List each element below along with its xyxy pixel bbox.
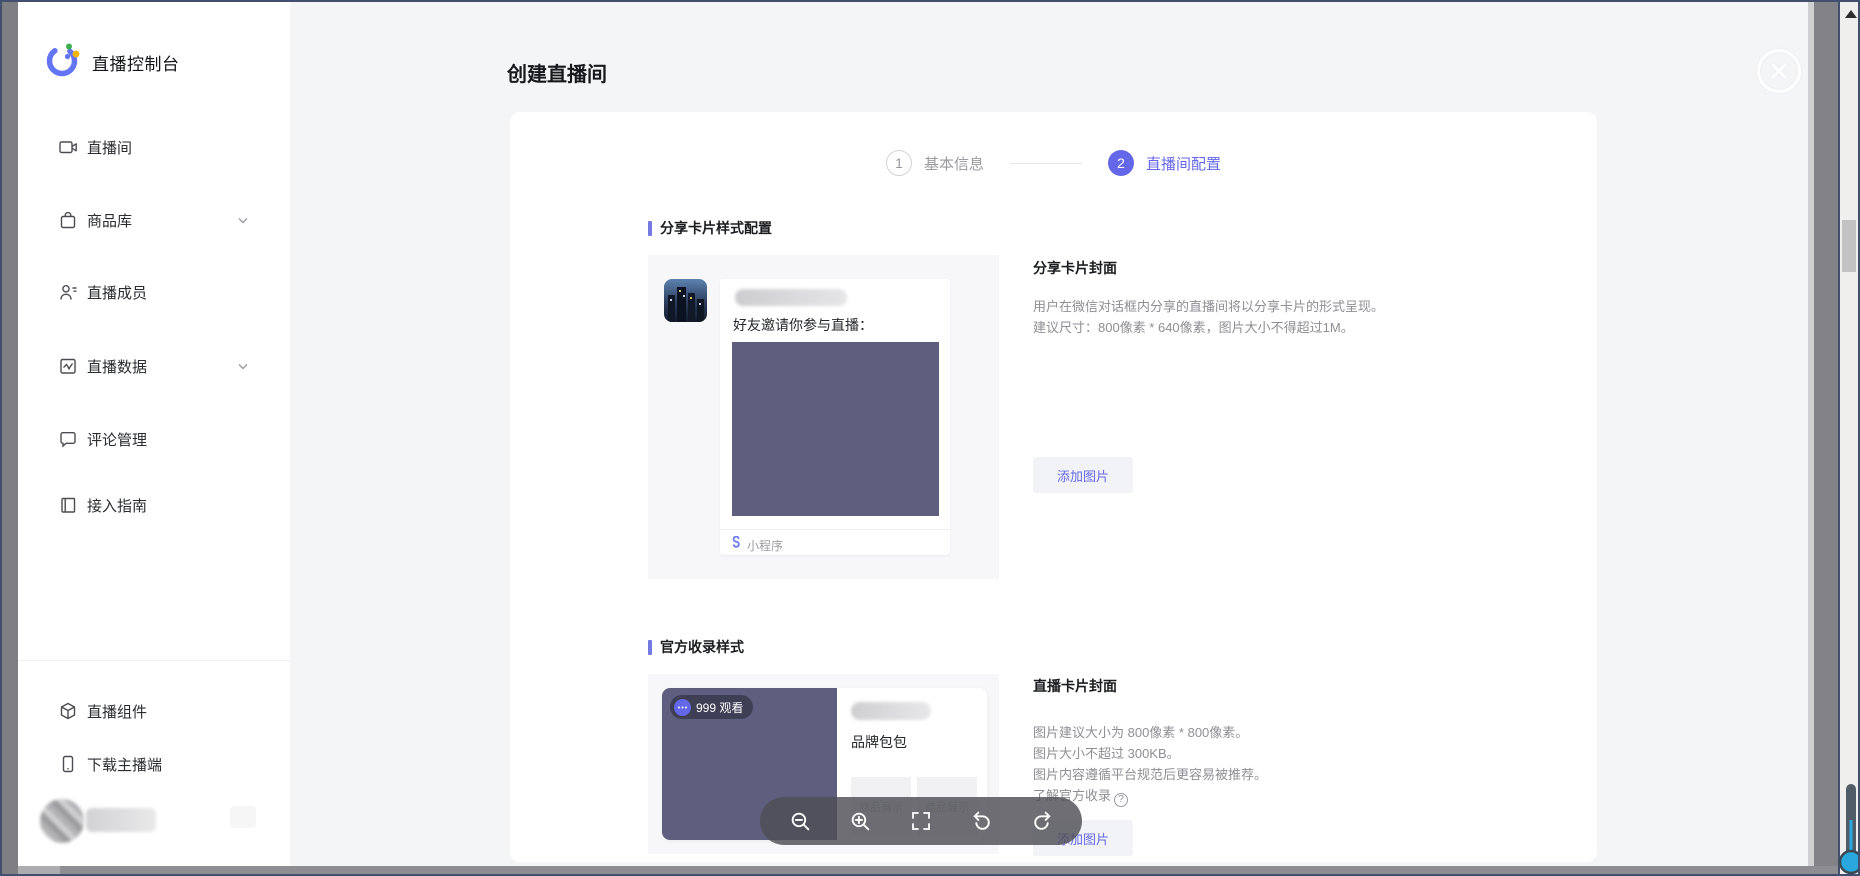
zoom-out-button[interactable] [788, 809, 812, 833]
share-cover-heading: 分享卡片封面 [1033, 258, 1553, 278]
sidebar-item-live-components[interactable]: 直播组件 [18, 698, 290, 724]
sidebar-item-label: 商品库 [87, 210, 132, 231]
miniprogram-label: 小程序 [747, 537, 783, 554]
sidebar-item-comment-management[interactable]: 评论管理 [18, 426, 290, 452]
live-dots-icon [674, 699, 691, 716]
sidebar: 直播控制台 直播间 商品库 [18, 2, 290, 866]
share-cover-placeholder [732, 342, 939, 516]
live-cover-heading: 直播卡片封面 [1033, 676, 1553, 696]
section-marker [648, 221, 652, 236]
fullscreen-icon [910, 810, 932, 832]
share-card-preview-panel: 好友邀请你参与直播： 小程序 [648, 255, 999, 579]
chevron-down-icon[interactable] [236, 359, 250, 373]
miniprogram-icon [729, 536, 742, 554]
app-logo-icon [44, 42, 80, 83]
masked-badge [230, 806, 256, 828]
viewer-count-badge: 999 观看 [670, 695, 753, 719]
step-2-label: 直播间配置 [1146, 153, 1221, 174]
sidebar-item-live-data[interactable]: 直播数据 [18, 353, 290, 379]
rotate-right-button[interactable] [1030, 809, 1054, 833]
close-icon [1760, 78, 1798, 93]
live-cover-desc-1: 图片建议大小为 800像素 * 800像素。 [1033, 722, 1553, 743]
outer-scrollbar-thumb[interactable] [1842, 220, 1856, 272]
bubble-divider [720, 529, 950, 530]
shopping-bag-icon [58, 210, 78, 230]
step-1-circle: 1 [886, 150, 912, 176]
live-cover-desc-3: 图片内容遵循平台规范后更容易被推荐。 [1033, 764, 1553, 785]
app-window: 直播控制台 直播间 商品库 [0, 0, 1860, 876]
rotate-left-icon [970, 810, 993, 833]
sidebar-item-live-members[interactable]: 直播成员 [18, 279, 290, 305]
step-2-circle: 2 [1108, 150, 1134, 176]
section-title: 官方收录样式 [660, 637, 744, 657]
bubble-footer: 小程序 [729, 536, 783, 554]
inner-scrollbar-thumb[interactable] [1814, 2, 1838, 866]
user-name-masked [86, 808, 156, 832]
share-cover-info: 分享卡片封面 用户在微信对话框内分享的直播间将以分享卡片的形式呈现。 建议尺寸：… [1033, 258, 1553, 338]
zoom-in-icon [849, 810, 872, 833]
create-live-room-card: 1 基本信息 2 直播间配置 分享卡片样式配置 [510, 112, 1597, 862]
section-title: 分享卡片样式配置 [660, 218, 772, 238]
scrollbar-up-arrow[interactable] [1845, 10, 1857, 18]
fullscreen-button[interactable] [909, 809, 933, 833]
live-cover-desc-2: 图片大小不超过 300KB。 [1033, 743, 1553, 764]
app-title: 直播控制台 [92, 50, 180, 75]
invite-text: 好友邀请你参与直播： [733, 315, 873, 335]
viewer-count: 999 观看 [696, 699, 743, 716]
user-avatar[interactable] [40, 799, 84, 843]
members-icon [58, 282, 78, 302]
zoom-in-button[interactable] [849, 809, 873, 833]
pointer-cursor-icon [1838, 782, 1860, 876]
sidebar-item-label: 直播成员 [87, 282, 147, 303]
page-title: 创建直播间 [507, 58, 607, 87]
sidebar-item-label: 接入指南 [87, 495, 147, 516]
brand: 直播控制台 [44, 42, 180, 83]
step-connector [1010, 163, 1082, 164]
sidebar-item-label: 直播数据 [87, 356, 147, 377]
section-official-listing-header: 官方收录样式 [648, 637, 744, 657]
section-marker [648, 640, 652, 655]
live-title-masked [851, 702, 931, 720]
sidebar-item-label: 直播组件 [87, 701, 147, 722]
sidebar-item-live-room[interactable]: 直播间 [18, 134, 290, 160]
live-cover-info: 直播卡片封面 图片建议大小为 800像素 * 800像素。 图片大小不超过 30… [1033, 676, 1553, 807]
horizontal-scrollbar-track[interactable] [18, 866, 60, 874]
chevron-down-icon[interactable] [236, 213, 250, 227]
share-cover-desc-2: 建议尺寸：800像素 * 640像素，图片大小不得超过1M。 [1033, 317, 1553, 338]
phone-icon [58, 754, 78, 774]
sidebar-item-label: 直播间 [87, 137, 132, 158]
video-camera-icon [58, 137, 78, 157]
step-1-label: 基本信息 [924, 153, 984, 174]
image-viewer-toolbar [760, 797, 1082, 845]
step-indicator: 1 基本信息 2 直播间配置 [510, 150, 1597, 176]
help-icon[interactable]: ? [1114, 793, 1128, 807]
share-room-name-masked [735, 289, 847, 306]
section-share-card-header: 分享卡片样式配置 [648, 218, 772, 238]
sidebar-item-label: 评论管理 [87, 429, 147, 450]
cube-icon [58, 701, 78, 721]
rotate-right-icon [1031, 810, 1054, 833]
close-button[interactable] [1757, 49, 1801, 93]
sidebar-item-download-anchor-app[interactable]: 下载主播端 [18, 751, 290, 777]
sidebar-item-label: 下载主播端 [87, 754, 162, 775]
guide-icon [58, 495, 78, 515]
sidebar-item-integration-guide[interactable]: 接入指南 [18, 492, 290, 518]
share-sender-avatar [664, 279, 707, 322]
outer-scrollbar-track[interactable] [1840, 2, 1858, 874]
zoom-out-icon [789, 810, 812, 833]
live-product-name: 品牌包包 [851, 732, 907, 752]
official-listing-link-row: 了解官方收录? [1033, 785, 1553, 807]
comment-icon [58, 429, 78, 449]
chart-icon [58, 356, 78, 376]
sidebar-divider [18, 660, 290, 661]
window-left-gutter [2, 2, 18, 874]
sidebar-item-product-library[interactable]: 商品库 [18, 207, 290, 233]
share-cover-desc-1: 用户在微信对话框内分享的直播间将以分享卡片的形式呈现。 [1033, 296, 1553, 317]
horizontal-scrollbar-thumb[interactable] [18, 866, 1838, 874]
share-chat-bubble: 好友邀请你参与直播： 小程序 [720, 279, 950, 555]
rotate-left-button[interactable] [970, 809, 994, 833]
add-share-image-button[interactable]: 添加图片 [1033, 457, 1133, 493]
